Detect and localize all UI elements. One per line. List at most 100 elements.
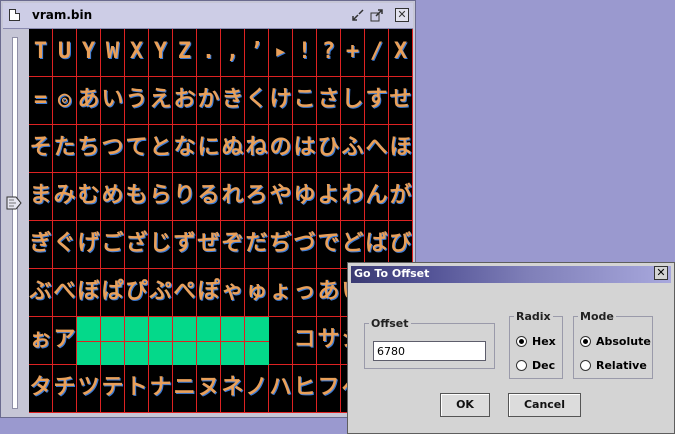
vram-tile: は (293, 125, 317, 173)
close-icon[interactable]: ✕ (395, 8, 409, 22)
selection-grid-line (196, 317, 197, 365)
vram-tile: か (197, 77, 221, 125)
vram-tile: タ (29, 365, 53, 413)
vram-tile: Y (149, 29, 173, 77)
vram-tile: ぉ (29, 317, 53, 365)
vram-tile: ト (125, 365, 149, 413)
vram-tile: テ (101, 365, 125, 413)
vram-tile: め (101, 173, 125, 221)
vram-tile: べ (53, 269, 77, 317)
vram-tile: て (125, 125, 149, 173)
vram-tile: ニ (173, 365, 197, 413)
vram-titlebar[interactable]: vram.bin ✕ (3, 3, 413, 29)
vram-tile: ぶ (29, 269, 53, 317)
vram-tile: の (269, 125, 293, 173)
radio-selected-icon (516, 336, 527, 347)
vram-tile: る (197, 173, 221, 221)
vram-tile: . (197, 29, 221, 77)
vram-tile: ぐ (53, 221, 77, 269)
vram-tile: ハ (269, 365, 293, 413)
vram-tile: え (149, 77, 173, 125)
radix-hex-label: Hex (532, 335, 556, 348)
vram-tile: じ (149, 221, 173, 269)
radix-hex-radio[interactable]: Hex (516, 335, 556, 348)
window-title: vram.bin (32, 8, 93, 22)
vram-tile: Y (77, 29, 101, 77)
vram-tile: ゅ (245, 269, 269, 317)
vram-tile: お (173, 77, 197, 125)
vram-tile: ぢ (269, 221, 293, 269)
vram-tile: ノ (245, 365, 269, 413)
vram-tile: う (125, 77, 149, 125)
close-icon[interactable]: ✕ (654, 266, 668, 280)
radix-dec-radio[interactable]: Dec (516, 359, 555, 372)
vram-tile: ひ (317, 125, 341, 173)
vram-tile: ナ (149, 365, 173, 413)
vram-tile: た (53, 125, 77, 173)
offset-group: Offset (364, 317, 495, 369)
vram-tile: X (125, 29, 149, 77)
vram-tile: く (245, 77, 269, 125)
vram-tile: / (365, 29, 389, 77)
vram-tile: フ (317, 365, 341, 413)
vram-tile: ぎ (29, 221, 53, 269)
selection-highlight (77, 317, 269, 365)
vram-tile: ぱ (101, 269, 125, 317)
dialog-titlebar[interactable]: Go To Offset (351, 266, 671, 283)
vram-tile: ア (53, 317, 77, 365)
radio-unselected-icon (516, 360, 527, 371)
vram-tile: ご (101, 221, 125, 269)
mode-relative-radio[interactable]: Relative (580, 359, 647, 372)
radio-selected-icon (580, 336, 591, 347)
mode-label: Mode (578, 310, 616, 323)
vram-tile: も (125, 173, 149, 221)
vram-tile: あ (317, 269, 341, 317)
vram-tile: ゆ (293, 173, 317, 221)
vertical-slider-track[interactable] (12, 37, 18, 409)
cancel-button[interactable]: Cancel (508, 393, 581, 417)
vram-tile: ま (29, 173, 53, 221)
maximize-icon[interactable] (370, 8, 384, 22)
vram-tile: や (269, 173, 293, 221)
offset-input[interactable] (373, 341, 486, 361)
vram-tile: わ (341, 173, 365, 221)
vram-tile: ◎ (53, 77, 77, 125)
vram-tile: ち (77, 125, 101, 173)
vram-tile: だ (245, 221, 269, 269)
mode-absolute-radio[interactable]: Absolute (580, 335, 651, 348)
vram-tile: ざ (125, 221, 149, 269)
vram-tile: ず (173, 221, 197, 269)
vram-tile: ネ (221, 365, 245, 413)
vram-tile: つ (101, 125, 125, 173)
document-icon (9, 9, 20, 21)
vram-tile: ら (149, 173, 173, 221)
vram-tile: コ (293, 317, 317, 365)
vram-tile: ぽ (197, 269, 221, 317)
vram-tile: ぷ (149, 269, 173, 317)
vram-tile: ’ (245, 29, 269, 77)
vram-tile: な (173, 125, 197, 173)
selection-grid-line (100, 317, 101, 365)
vram-tile: よ (317, 173, 341, 221)
vram-tile: Z (173, 29, 197, 77)
vram-tile: み (53, 173, 77, 221)
vram-tile: , (221, 29, 245, 77)
vram-tile: と (149, 125, 173, 173)
vram-tile: ! (293, 29, 317, 77)
vram-tile: れ (221, 173, 245, 221)
mode-relative-label: Relative (596, 359, 647, 372)
selection-grid-line (172, 317, 173, 365)
goto-offset-dialog: Go To Offset ✕ Offset Radix Hex Dec Mode… (347, 262, 675, 434)
ok-button[interactable]: OK (440, 393, 490, 417)
vram-tile (269, 317, 293, 365)
vram-tile: ツ (77, 365, 101, 413)
vram-tile: り (173, 173, 197, 221)
restore-down-icon[interactable] (351, 8, 365, 22)
selection-grid-line (148, 317, 149, 365)
vram-tile: ろ (245, 173, 269, 221)
vram-tile: さ (317, 77, 341, 125)
vram-tile: = (29, 77, 53, 125)
vram-tile: ん (365, 173, 389, 221)
vram-tile: W (101, 29, 125, 77)
vram-tile: U (53, 29, 77, 77)
